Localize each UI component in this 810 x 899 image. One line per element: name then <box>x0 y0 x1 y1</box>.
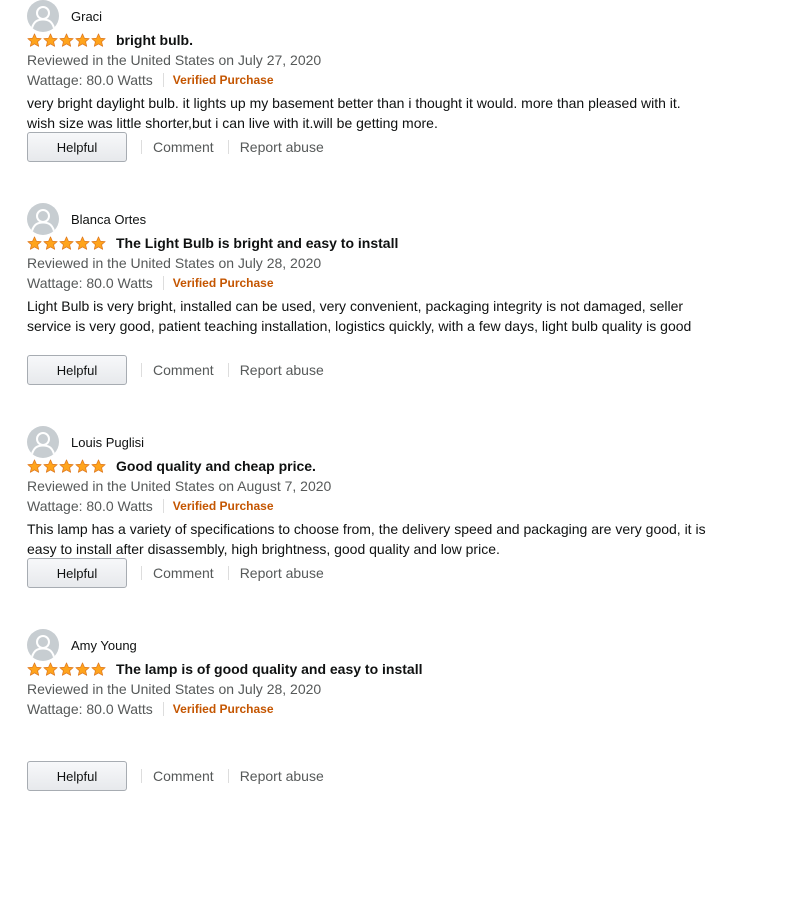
review-body: This lamp has a variety of specification… <box>27 521 706 557</box>
divider <box>227 566 229 580</box>
star-icon <box>91 459 106 474</box>
variant-link[interactable]: Wattage: 80.0 Watts <box>27 275 153 291</box>
comment-link[interactable]: Comment <box>153 768 214 784</box>
star-icon <box>75 459 90 474</box>
review-meta: Wattage: 80.0 Watts Verified Purchase <box>27 498 274 514</box>
comment-link[interactable]: Comment <box>153 139 214 155</box>
review-heading: Good quality and cheap price. <box>27 457 316 475</box>
avatar-icon <box>27 629 59 661</box>
helpful-button[interactable]: Helpful <box>27 132 127 162</box>
variant-link[interactable]: Wattage: 80.0 Watts <box>27 498 153 514</box>
star-rating[interactable] <box>27 459 106 474</box>
review-body: Light Bulb is very bright, installed can… <box>27 298 692 334</box>
review-title[interactable]: The lamp is of good quality and easy to … <box>116 661 423 677</box>
star-icon <box>91 236 106 251</box>
report-abuse-link[interactable]: Report abuse <box>240 362 324 378</box>
reviewer-name[interactable]: Graci <box>71 9 102 24</box>
divider <box>162 276 164 290</box>
star-rating[interactable] <box>27 33 106 48</box>
review-actions: Helpful Comment Report abuse <box>27 132 324 162</box>
verified-purchase-badge[interactable]: Verified Purchase <box>173 73 274 87</box>
star-icon <box>75 662 90 677</box>
review-meta: Wattage: 80.0 Watts Verified Purchase <box>27 72 274 88</box>
review-title[interactable]: bright bulb. <box>116 32 193 48</box>
star-icon <box>75 236 90 251</box>
star-icon <box>59 33 74 48</box>
reviewer-profile[interactable]: Amy Young <box>27 629 137 661</box>
divider <box>141 769 142 783</box>
review-date: Reviewed in the United States on July 28… <box>27 681 322 697</box>
star-icon <box>43 236 58 251</box>
divider <box>141 566 142 580</box>
reviewer-profile[interactable]: Graci <box>27 0 102 32</box>
comment-link[interactable]: Comment <box>153 362 214 378</box>
review-actions: Helpful Comment Report abuse <box>27 761 324 791</box>
variant-link[interactable]: Wattage: 80.0 Watts <box>27 72 153 88</box>
review-meta: Wattage: 80.0 Watts Verified Purchase <box>27 275 274 291</box>
helpful-button[interactable]: Helpful <box>27 558 127 588</box>
reviewer-profile[interactable]: Louis Puglisi <box>27 426 144 458</box>
star-icon <box>43 33 58 48</box>
helpful-button[interactable]: Helpful <box>27 355 127 385</box>
review-title[interactable]: Good quality and cheap price. <box>116 458 316 474</box>
star-icon <box>75 33 90 48</box>
reviewer-name[interactable]: Amy Young <box>71 638 137 653</box>
review-date: Reviewed in the United States on July 27… <box>27 52 322 68</box>
report-abuse-link[interactable]: Report abuse <box>240 139 324 155</box>
star-icon <box>27 662 42 677</box>
divider <box>162 702 164 716</box>
divider <box>227 363 229 377</box>
review-heading: The Light Bulb is bright and easy to ins… <box>27 234 398 252</box>
divider <box>227 140 229 154</box>
star-icon <box>27 33 42 48</box>
star-icon <box>43 662 58 677</box>
star-rating[interactable] <box>27 236 106 251</box>
review-body: very bright daylight bulb. it lights up … <box>27 95 681 131</box>
avatar-icon <box>27 426 59 458</box>
reviewer-profile[interactable]: Blanca Ortes <box>27 203 146 235</box>
star-icon <box>59 236 74 251</box>
divider <box>162 73 164 87</box>
verified-purchase-badge[interactable]: Verified Purchase <box>173 702 274 716</box>
star-icon <box>43 459 58 474</box>
helpful-button[interactable]: Helpful <box>27 761 127 791</box>
star-icon <box>27 459 42 474</box>
verified-purchase-badge[interactable]: Verified Purchase <box>173 499 274 513</box>
avatar-icon <box>27 0 59 32</box>
review-title[interactable]: The Light Bulb is bright and easy to ins… <box>116 235 398 251</box>
review-actions: Helpful Comment Report abuse <box>27 558 324 588</box>
reviewer-name[interactable]: Blanca Ortes <box>71 212 146 227</box>
divider <box>227 769 229 783</box>
report-abuse-link[interactable]: Report abuse <box>240 565 324 581</box>
review-date: Reviewed in the United States on July 28… <box>27 255 322 271</box>
star-icon <box>91 33 106 48</box>
star-icon <box>59 662 74 677</box>
verified-purchase-badge[interactable]: Verified Purchase <box>173 276 274 290</box>
review-date: Reviewed in the United States on August … <box>27 478 332 494</box>
review-meta: Wattage: 80.0 Watts Verified Purchase <box>27 701 274 717</box>
divider <box>141 140 142 154</box>
star-rating[interactable] <box>27 662 106 677</box>
comment-link[interactable]: Comment <box>153 565 214 581</box>
reviewer-name[interactable]: Louis Puglisi <box>71 435 144 450</box>
variant-link[interactable]: Wattage: 80.0 Watts <box>27 701 153 717</box>
star-icon <box>27 236 42 251</box>
divider <box>162 499 164 513</box>
review-heading: The lamp is of good quality and easy to … <box>27 660 423 678</box>
review-heading: bright bulb. <box>27 31 193 49</box>
star-icon <box>91 662 106 677</box>
avatar-icon <box>27 203 59 235</box>
divider <box>141 363 142 377</box>
star-icon <box>59 459 74 474</box>
review-actions: Helpful Comment Report abuse <box>27 355 324 385</box>
report-abuse-link[interactable]: Report abuse <box>240 768 324 784</box>
